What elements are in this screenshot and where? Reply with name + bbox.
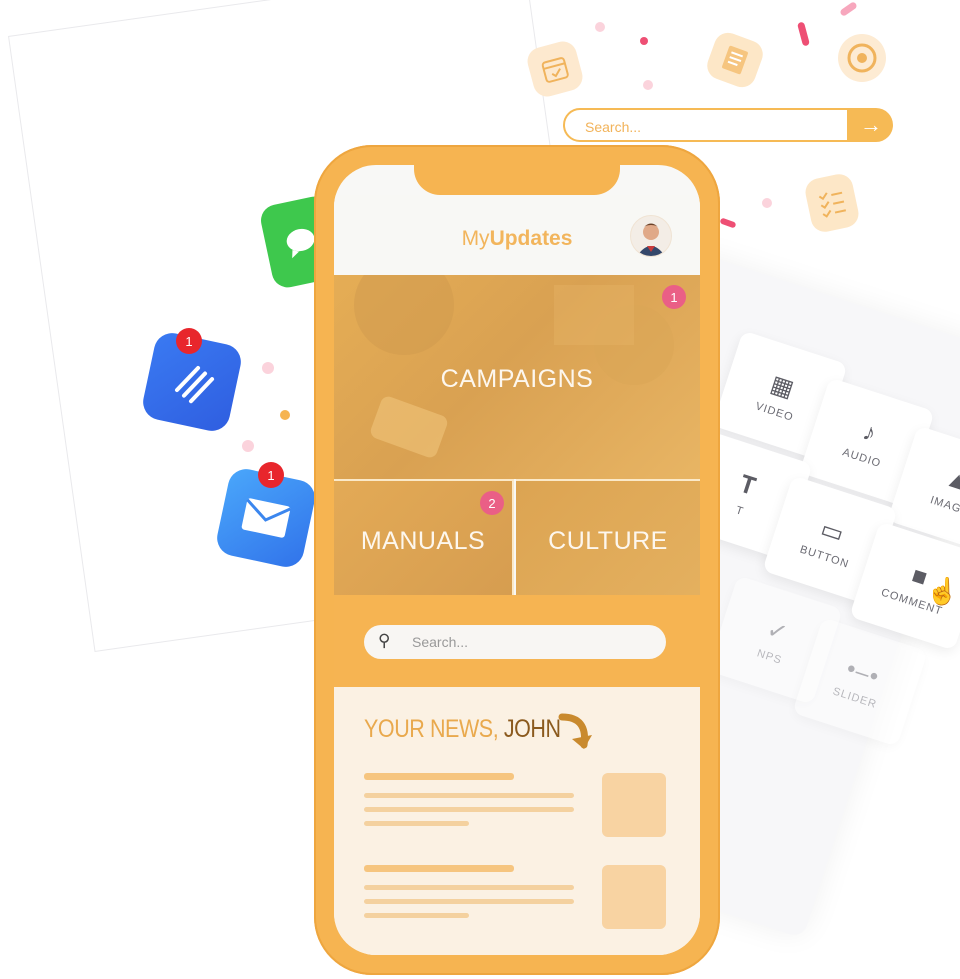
top-search-button[interactable]: → [849,108,893,142]
phone-screen: MyUpdates CAMPAIGNS 1 MANUALS 2 CULTURE [334,165,700,955]
hand-cursor-icon: ☝ [926,576,959,606]
button-icon: ▭ [817,514,849,548]
news-item-line-placeholder [364,793,574,798]
campaigns-label: CAMPAIGNS [440,365,594,393]
news-item-headline-placeholder [364,773,514,780]
manuals-label: MANUALS [360,527,486,555]
builder-tile-label: T [734,504,746,519]
target-icon [838,34,886,82]
text-icon: 𝐓 [735,470,760,502]
confetti-dot [262,362,274,374]
phone-notch [414,165,620,195]
builder-tile-label: AUDIO [840,446,883,471]
campaigns-tile[interactable]: CAMPAIGNS 1 [334,275,700,479]
news-item-line-placeholder [364,885,574,890]
top-search-input[interactable]: Search... [563,108,849,142]
film-icon: ▦ [767,369,799,403]
search-icon: ⚲ [378,631,391,650]
checklist-icon [802,171,862,235]
app-search-input[interactable]: ⚲ Search... [364,625,666,659]
search-band: ⚲ Search... [334,595,700,687]
confetti-dot [640,37,648,45]
confetti-pill [839,0,858,18]
news-item-line-placeholder [364,913,469,918]
music-note-icon: ♪ [859,418,881,448]
builder-tile-label: NPS [755,646,784,667]
confetti-dot [762,198,772,208]
news-title-prefix: YOUR NEWS, [364,715,504,743]
app-header: MyUpdates [334,195,700,275]
slider-icon: •–• [842,655,883,691]
thumbs-icon: ✓ [763,615,792,648]
manuals-tile[interactable]: MANUALS 2 [334,479,514,595]
confetti-dot [242,440,254,452]
confetti-dot [643,80,653,90]
news-section: YOUR NEWS, JOHN [334,687,700,955]
user-avatar[interactable] [630,215,672,257]
app-title-light: My [461,227,490,250]
document-icon [703,28,767,92]
arrow-right-icon: → [860,112,882,137]
image-icon: ▲ [941,464,960,498]
news-item-line-placeholder [364,899,574,904]
builder-tile-label: BUTTON [798,543,851,571]
news-item-thumbnail[interactable] [602,773,666,837]
top-search-bar[interactable]: Search... → [563,108,893,144]
confetti-dot [595,22,605,32]
list-app-badge: 1 [176,328,202,354]
news-item-headline-placeholder [364,865,514,872]
news-title-name: JOHN [503,715,561,743]
campaigns-badge: 1 [662,285,686,309]
top-search-placeholder: Search... [585,119,642,135]
app-title-bold: Updates [489,227,573,250]
news-item-line-placeholder [364,807,574,812]
builder-tile-label: IMAGE [928,494,960,519]
manuals-badge: 2 [480,491,504,515]
phone-mockup: MyUpdates CAMPAIGNS 1 MANUALS 2 CULTURE [314,145,720,975]
confetti-pill [797,21,810,47]
mail-app-badge: 1 [258,462,284,488]
culture-label: CULTURE [548,527,668,555]
curved-arrow-icon [558,713,592,749]
confetti-pill [719,217,737,229]
app-search-placeholder: Search... [412,634,469,650]
culture-tile[interactable]: CULTURE [516,479,700,595]
news-item-line-placeholder [364,821,469,826]
news-item-thumbnail[interactable] [602,865,666,929]
news-title: YOUR NEWS, JOHN [364,715,561,744]
confetti-dot [280,410,290,420]
